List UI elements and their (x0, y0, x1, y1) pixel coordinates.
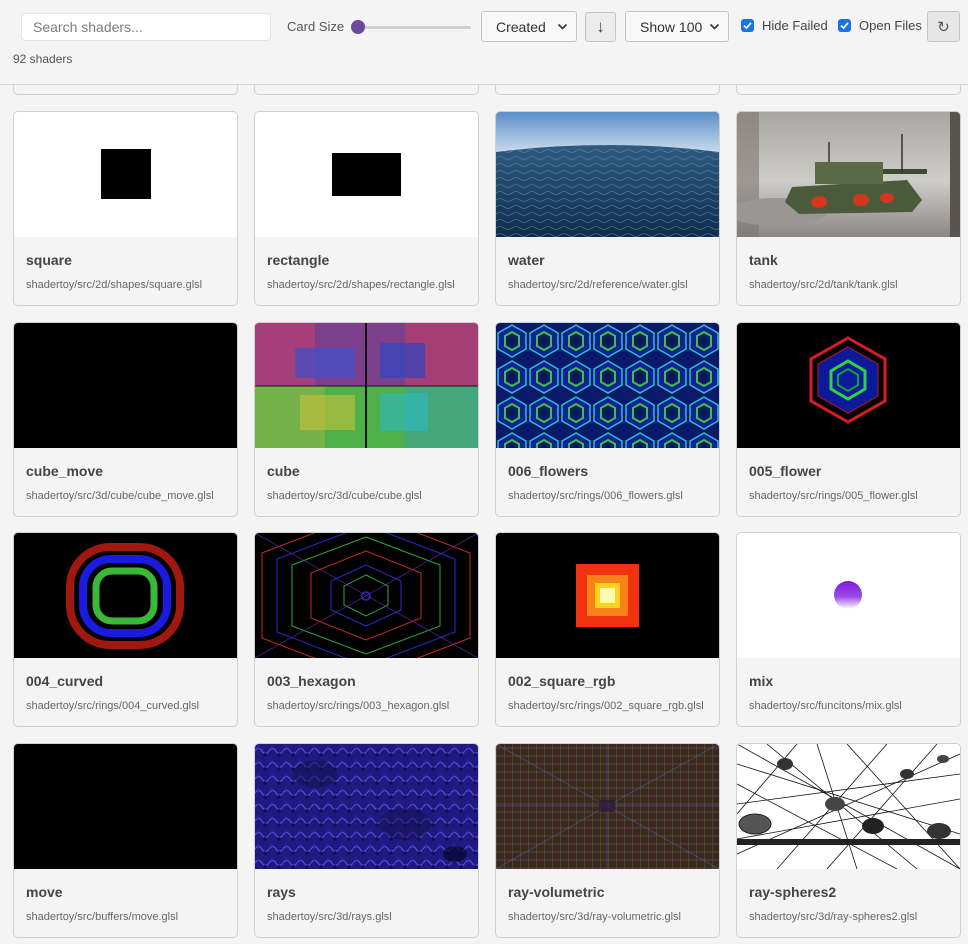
card-size-slider[interactable] (351, 20, 471, 34)
card-size-label: Card Size (287, 19, 345, 34)
shader-path[interactable]: shadertoy/src/2d/shapes/rectangle.glsl (267, 279, 470, 291)
shader-path[interactable]: shadertoy/src/2d/tank/tank.glsl (749, 279, 952, 291)
shader-path[interactable]: shadertoy/src/rings/003_hexagon.glsl (267, 700, 470, 712)
shader-card[interactable]: move shadertoy/src/buffers/move.glsl (13, 743, 238, 938)
shader-name: rectangle (267, 252, 330, 268)
shader-thumbnail (14, 112, 237, 237)
shader-thumbnail (14, 323, 237, 448)
shader-path[interactable]: shadertoy/src/rings/004_curved.glsl (26, 700, 229, 712)
shader-path[interactable]: shadertoy/src/3d/ray-spheres2.glsl (749, 911, 952, 923)
hide-failed-label: Hide Failed (762, 18, 828, 33)
shader-name: 004_curved (26, 673, 104, 689)
shader-thumbnail (737, 112, 960, 237)
shader-name: 005_flower (749, 463, 822, 479)
open-files-label: Open Files (859, 18, 922, 33)
shader-card[interactable]: cube shadertoy/src/3d/cube/cube.glsl (254, 322, 479, 517)
shader-path[interactable]: shadertoy/src/3d/cube/cube_move.glsl (26, 490, 229, 502)
refresh-button[interactable]: ↻ (927, 11, 960, 42)
shader-path[interactable]: shadertoy/src/rings/002_square_rgb.glsl (508, 700, 711, 712)
shader-thumbnail (255, 533, 478, 658)
checkmark-icon (840, 22, 849, 30)
shader-card[interactable]: rectangle shadertoy/src/2d/shapes/rectan… (254, 111, 479, 306)
shader-path[interactable]: shadertoy/src/buffers/move.glsl (26, 911, 229, 923)
shader-card[interactable]: cube_move shadertoy/src/3d/cube/cube_mov… (13, 322, 238, 517)
show-count-select[interactable]: Show 100 (625, 11, 729, 42)
shader-name: ray-volumetric (508, 884, 605, 900)
sort-select-value: Created (496, 18, 546, 35)
shader-thumbnail (737, 323, 960, 448)
shader-name: cube (267, 463, 300, 479)
shader-thumbnail (737, 744, 960, 869)
shader-thumbnail (496, 112, 719, 237)
shader-thumbnail (14, 744, 237, 869)
chevron-down-icon (557, 23, 568, 30)
shader-path[interactable]: shadertoy/src/rings/005_flower.glsl (749, 490, 952, 502)
refresh-icon: ↻ (937, 18, 950, 36)
shader-name: ray-spheres2 (749, 884, 837, 900)
hide-failed-toggle[interactable]: Hide Failed (741, 18, 828, 33)
shader-name: 006_flowers (508, 463, 589, 479)
shader-card[interactable]: 006_flowers shadertoy/src/rings/006_flow… (495, 322, 720, 517)
shader-thumbnail (496, 533, 719, 658)
search-input[interactable] (21, 13, 271, 41)
shader-thumbnail (255, 323, 478, 448)
open-files-checkbox[interactable] (838, 19, 851, 32)
shader-path[interactable]: shadertoy/src/2d/reference/water.glsl (508, 279, 711, 291)
shader-name: 003_hexagon (267, 673, 356, 689)
shader-card[interactable]: 003_hexagon shadertoy/src/rings/003_hexa… (254, 532, 479, 727)
shader-card[interactable]: water shadertoy/src/2d/reference/water.g… (495, 111, 720, 306)
slider-track (351, 26, 471, 29)
shader-name: square (26, 252, 72, 268)
shader-path[interactable]: shadertoy/src/rings/006_flowers.glsl (508, 490, 711, 502)
shader-card[interactable]: square shadertoy/src/2d/shapes/square.gl… (13, 111, 238, 306)
shader-path[interactable]: shadertoy/src/3d/rays.glsl (267, 911, 470, 923)
shader-name: rays (267, 884, 296, 900)
sort-select[interactable]: Created (481, 11, 577, 42)
shader-path[interactable]: shadertoy/src/3d/cube/cube.glsl (267, 490, 470, 502)
shader-thumbnail (737, 533, 960, 658)
shader-path[interactable]: shadertoy/src/2d/shapes/square.glsl (26, 279, 229, 291)
shader-name: cube_move (26, 463, 104, 479)
shader-path[interactable]: shadertoy/src/3d/ray-volumetric.glsl (508, 911, 711, 923)
sort-direction-button[interactable]: ↓ (585, 12, 616, 42)
arrow-down-icon: ↓ (596, 17, 605, 36)
slider-thumb[interactable] (351, 20, 365, 34)
shader-card[interactable]: 004_curved shadertoy/src/rings/004_curve… (13, 532, 238, 727)
shader-card[interactable]: mix shadertoy/src/funcitons/mix.glsl (736, 532, 961, 727)
shader-thumbnail (14, 533, 237, 658)
hide-failed-checkbox[interactable] (741, 19, 754, 32)
shader-card[interactable]: 002_square_rgb shadertoy/src/rings/002_s… (495, 532, 720, 727)
shader-path[interactable]: shadertoy/src/funcitons/mix.glsl (749, 700, 952, 712)
shader-name: 002_square_rgb (508, 673, 616, 689)
chevron-down-icon (709, 23, 720, 30)
shader-card[interactable]: rays shadertoy/src/3d/rays.glsl (254, 743, 479, 938)
shader-card[interactable]: ray-spheres2 shadertoy/src/3d/ray-sphere… (736, 743, 961, 938)
checkmark-icon (743, 22, 752, 30)
shader-thumbnail (255, 112, 478, 237)
shader-card[interactable]: 005_flower shadertoy/src/rings/005_flowe… (736, 322, 961, 517)
shader-thumbnail (496, 744, 719, 869)
show-count-value: Show 100 (640, 18, 703, 35)
shader-card[interactable]: ray-volumetric shadertoy/src/3d/ray-volu… (495, 743, 720, 938)
shader-name: tank (749, 252, 778, 268)
shader-name: water (508, 252, 545, 268)
shader-name: move (26, 884, 63, 900)
toolbar: Card Size Created ↓ Show 100 Hide Failed… (0, 0, 968, 85)
shader-name: mix (749, 673, 774, 689)
shader-thumbnail (255, 744, 478, 869)
shader-card[interactable]: tank shadertoy/src/2d/tank/tank.glsl (736, 111, 961, 306)
shader-count: 92 shaders (13, 52, 73, 66)
open-files-toggle[interactable]: Open Files (838, 18, 922, 33)
shader-thumbnail (496, 323, 719, 448)
